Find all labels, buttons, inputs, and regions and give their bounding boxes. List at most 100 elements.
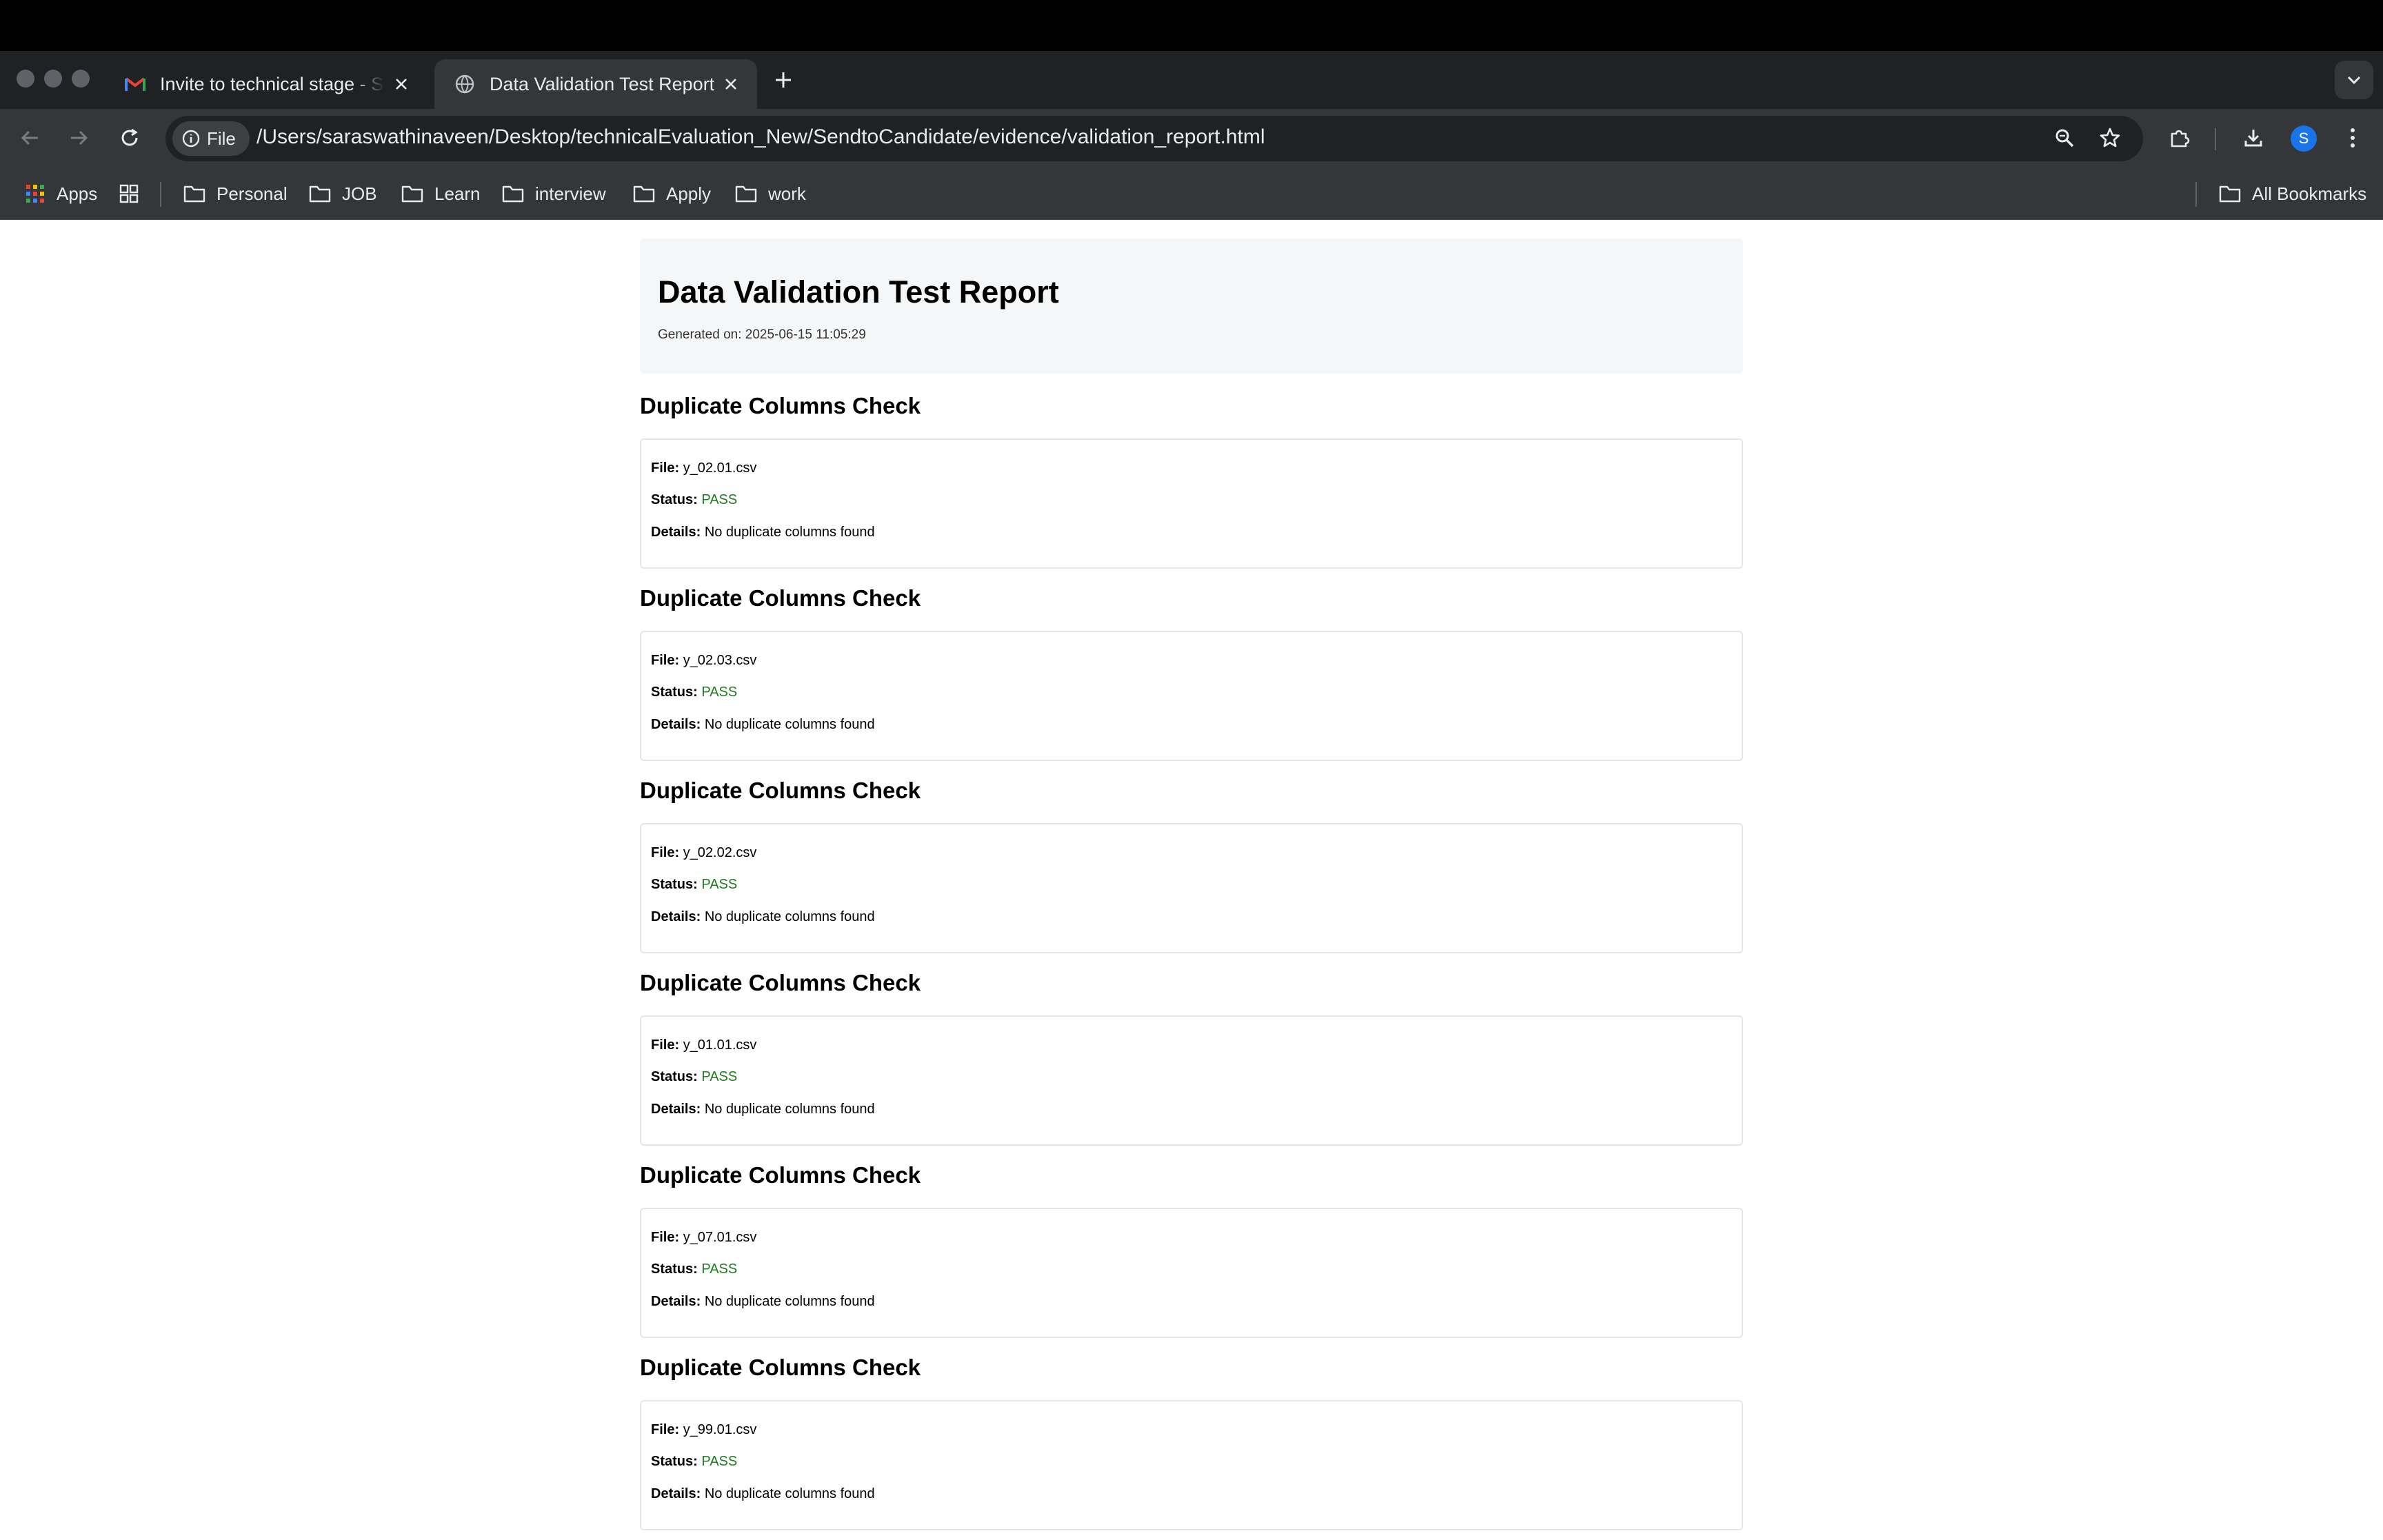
folder-icon [633,185,655,203]
bookmark-label: All Bookmarks [2252,183,2367,204]
details-row: Details: No duplicate columns found [651,525,875,540]
folder-icon [2219,185,2241,203]
window-zoom-dot[interactable] [72,70,90,88]
bookmark-apps[interactable]: Apps [25,179,97,208]
bookmark-star-icon[interactable] [2096,124,2124,152]
close-tab-icon[interactable] [718,72,743,97]
tab-search-chevron-icon[interactable] [2335,61,2373,99]
check-card: File: y_07.01.csv Status: PASS Details: … [640,1208,1743,1338]
check-card: File: y_02.03.csv Status: PASS Details: … [640,631,1743,761]
details-label: Details: [651,717,701,732]
generated-timestamp: Generated on: 2025-06-15 11:05:29 [658,327,866,342]
globe-icon [454,73,476,95]
window-top-bar [0,0,2383,51]
file-label: File: [651,1037,680,1053]
bookmarks-divider [160,182,161,207]
status-label: Status: [651,492,698,507]
folder-icon [502,185,524,203]
bookmark-learn[interactable]: Learn [401,179,481,208]
check-card: File: y_01.01.csv Status: PASS Details: … [640,1015,1743,1146]
folder-icon [401,185,423,203]
apps-grid-icon [26,185,44,203]
details-value: No duplicate columns found [704,1486,875,1501]
section-heading: Duplicate Columns Check [640,1355,921,1380]
status-value: PASS [701,492,738,507]
details-label: Details: [651,525,701,540]
status-row: Status: PASS [651,1069,737,1085]
reload-icon[interactable] [113,121,146,154]
new-tab-plus-icon[interactable] [770,66,797,94]
menu-kebab-icon[interactable] [2336,121,2369,154]
file-label: File: [651,845,680,860]
status-value: PASS [701,685,738,700]
gmail-icon [124,73,146,95]
file-value: y_02.01.csv [683,460,757,476]
section-heading: Duplicate Columns Check [640,585,921,611]
bookmark-interview[interactable]: interview [502,179,606,208]
bookmark-label: Apply [666,183,712,204]
profile-avatar[interactable]: S [2291,125,2317,152]
bookmark-label: Personal [217,183,288,204]
info-icon [182,130,200,148]
bookmark-job[interactable]: JOB [309,179,377,208]
file-row: File: y_99.01.csv [651,1422,756,1438]
file-label: File: [651,1230,680,1245]
details-row: Details: No duplicate columns found [651,1294,875,1310]
status-label: Status: [651,1069,698,1084]
tab-title: Invite to technical stage - Sendto Candi… [160,73,385,94]
forward-arrow-icon[interactable] [62,121,95,154]
url-text[interactable]: /Users/saraswathinaveen/Desktop/technica… [257,125,1265,149]
status-value: PASS [701,1454,738,1469]
details-label: Details: [651,1294,701,1309]
check-card: File: y_02.02.csv Status: PASS Details: … [640,823,1743,953]
details-row: Details: No duplicate columns found [651,1102,875,1117]
status-label: Status: [651,1454,698,1469]
section-heading: Duplicate Columns Check [640,393,921,418]
file-value: y_02.03.csv [683,653,757,668]
check-card: File: y_99.01.csv Status: PASS Details: … [640,1400,1743,1530]
file-row: File: y_02.03.csv [651,653,756,669]
file-row: File: y_02.01.csv [651,460,756,476]
bookmark-apply[interactable]: Apply [633,179,711,208]
extensions-puzzle-icon[interactable] [2162,121,2195,154]
page-title: Data Validation Test Report [658,274,1059,310]
status-label: Status: [651,1262,698,1277]
details-value: No duplicate columns found [704,1102,875,1117]
toolbar-divider [2215,128,2216,150]
file-row: File: y_07.01.csv [651,1230,756,1246]
file-row: File: y_01.01.csv [651,1037,756,1053]
zoom-icon[interactable] [2051,124,2078,152]
details-row: Details: No duplicate columns found [651,909,875,925]
status-row: Status: PASS [651,685,737,700]
bookmark-personal[interactable]: Personal [183,179,288,208]
section-heading: Duplicate Columns Check [640,970,921,995]
details-row: Details: No duplicate columns found [651,717,875,733]
file-row: File: y_02.02.csv [651,845,756,861]
window-minimize-dot[interactable] [44,70,62,88]
bookmark-label: JOB [342,183,377,204]
site-info-chip[interactable]: File [172,121,250,156]
all-bookmarks[interactable]: All Bookmarks [2219,179,2366,208]
file-value: y_02.02.csv [683,845,757,860]
details-label: Details: [651,909,701,924]
status-row: Status: PASS [651,492,737,508]
tab-report[interactable]: Data Validation Test Report [434,59,757,109]
close-tab-icon[interactable] [389,72,414,97]
status-row: Status: PASS [651,1262,737,1277]
check-card: File: y_02.01.csv Status: PASS Details: … [640,438,1743,569]
status-value: PASS [701,1069,738,1084]
bookmark-work[interactable]: work [735,179,806,208]
status-row: Status: PASS [651,877,737,893]
file-value: y_07.01.csv [683,1230,757,1245]
status-value: PASS [701,877,738,892]
tab-gmail[interactable]: Invite to technical stage - Sendto Candi… [105,59,428,109]
report-header: Data Validation Test Report Generated on… [640,239,1743,374]
bookmark-label: interview [535,183,606,204]
window-close-dot[interactable] [17,70,34,88]
folder-icon [735,185,757,203]
details-label: Details: [651,1486,701,1501]
back-arrow-icon[interactable] [14,121,47,154]
tab-groups-icon[interactable] [119,179,150,208]
downloads-icon[interactable] [2237,121,2270,154]
bookmark-label: Apps [57,183,98,204]
